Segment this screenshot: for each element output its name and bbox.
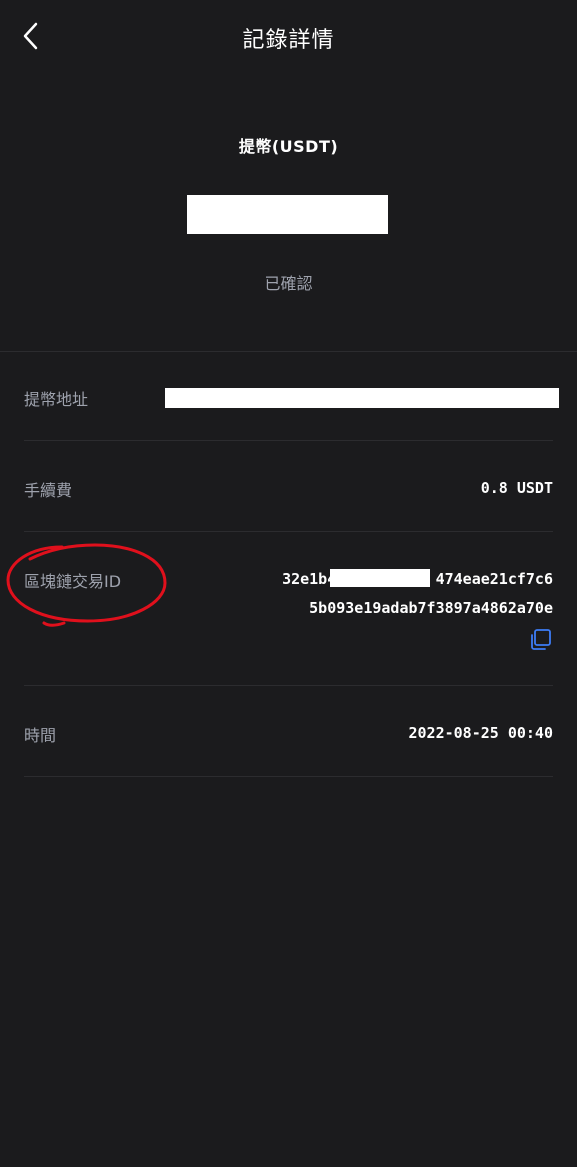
address-redacted-block bbox=[165, 388, 559, 408]
status-text: 已確認 bbox=[264, 274, 313, 293]
row-divider bbox=[24, 531, 553, 532]
row-divider bbox=[24, 776, 553, 777]
time-label: 時間 bbox=[24, 726, 57, 745]
top-bar: 記錄詳情 bbox=[0, 0, 577, 74]
txid-value-line2[interactable]: 5b093e19adab7f3897a4862a70e bbox=[309, 599, 553, 617]
fee-value: 0.8 USDT bbox=[480, 479, 553, 497]
row-divider bbox=[24, 685, 553, 686]
txid-label: 區塊鏈交易ID bbox=[24, 572, 122, 591]
page-title: 記錄詳情 bbox=[242, 28, 335, 53]
transaction-type: 提幣(USDT) bbox=[238, 137, 339, 156]
copy-icon[interactable] bbox=[527, 627, 553, 653]
section-divider bbox=[0, 351, 577, 352]
amount-redacted-block bbox=[187, 195, 388, 234]
txid-redacted-block bbox=[330, 569, 430, 587]
fee-label: 手續費 bbox=[24, 481, 73, 500]
time-value: 2022-08-25 00:40 bbox=[408, 724, 554, 742]
address-label: 提幣地址 bbox=[24, 390, 89, 409]
transaction-summary: 提幣(USDT) 已確認 bbox=[0, 120, 577, 300]
row-divider bbox=[24, 440, 553, 441]
